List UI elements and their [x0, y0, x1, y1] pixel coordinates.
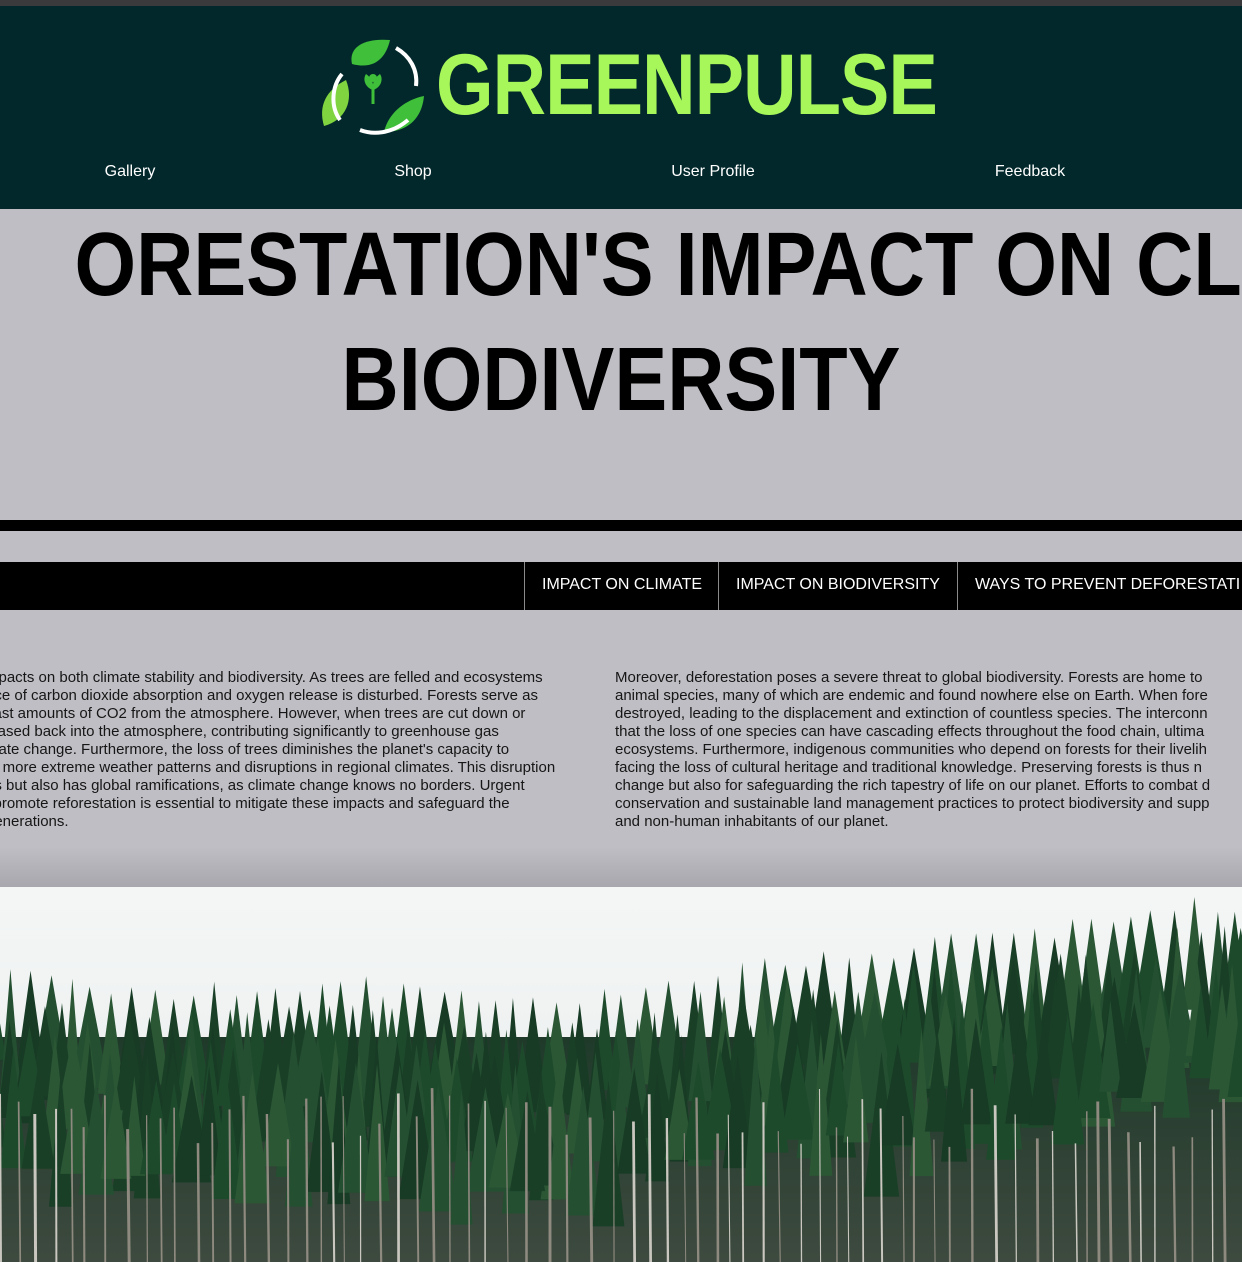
page-title-line-1: ORESTATION'S IMPACT ON CL — [74, 215, 1242, 315]
paragraph-line: conservation and sustainable land manage… — [615, 795, 1210, 812]
tree-trunk — [1222, 1098, 1227, 1262]
tree-trunk — [647, 1094, 653, 1262]
tree-trunk — [1211, 1109, 1214, 1262]
topic-tab-bar: IMPACT ON CLIMATE IMPACT ON BIODIVERSITY… — [0, 562, 1242, 610]
paragraph-line: leased back into the atmosphere, contrib… — [0, 723, 499, 740]
paragraph-line: nce of carbon dioxide absorption and oxy… — [0, 687, 538, 704]
nav-user-profile[interactable]: User Profile — [671, 163, 755, 181]
hero-banner: ORESTATION'S IMPACT ON CL BIODIVERSITY — [0, 209, 1242, 520]
brand-name: GREENPULSE — [436, 37, 938, 133]
recycle-leaves-logo-icon — [322, 39, 424, 135]
paragraph-line: generations. — [0, 813, 69, 830]
paragraph-line: l promote reforestation is essential to … — [0, 795, 510, 812]
tree-trunk — [970, 1088, 974, 1262]
tree-trunk — [159, 1118, 163, 1262]
forest-image — [0, 887, 1242, 1262]
tree-trunk — [196, 1143, 201, 1262]
article-content: mpacts on both climate stability and bio… — [0, 610, 1242, 887]
tree-trunk — [82, 1127, 86, 1262]
brand-logo[interactable]: GREENPULSE — [318, 34, 938, 138]
nav-gallery[interactable]: Gallery — [105, 163, 156, 181]
climate-paragraph: mpacts on both climate stability and bio… — [0, 669, 606, 831]
tree-trunk — [331, 1142, 336, 1262]
nav-shop[interactable]: Shop — [394, 163, 431, 181]
paragraph-line: vast amounts of CO2 from the atmosphere.… — [0, 705, 526, 722]
tree-trunk — [565, 1134, 569, 1262]
tree-trunk — [228, 1109, 232, 1262]
tree-trunk — [305, 1098, 309, 1262]
tab-impact-on-biodiversity[interactable]: IMPACT ON BIODIVERSITY — [718, 562, 957, 610]
section-divider — [0, 520, 1242, 531]
tree-trunk — [126, 1129, 131, 1262]
tree-trunk — [861, 1099, 865, 1262]
tree-trunk — [211, 1122, 215, 1262]
tree-trunk — [1051, 1130, 1055, 1262]
paragraph-line: animal species, many of which are endemi… — [615, 687, 1208, 704]
paragraph-line: and non-human inhabitants of our planet. — [615, 813, 889, 830]
tree-trunk — [33, 1113, 38, 1262]
tree-trunk — [835, 1127, 838, 1262]
paragraph-line: mate change. Furthermore, the loss of tr… — [0, 741, 510, 758]
nav-feedback[interactable]: Feedback — [995, 163, 1065, 181]
tree-trunk — [993, 1105, 999, 1262]
tree-trunk — [665, 1118, 670, 1262]
paragraph-line: facing the loss of cultural heritage and… — [615, 759, 1202, 776]
tab-impact-on-climate[interactable]: IMPACT ON CLIMATE — [524, 562, 719, 610]
paragraph-line: es but also has global ramifications, as… — [0, 777, 525, 794]
tab-ways-to-prevent-deforestation[interactable]: WAYS TO PREVENT DEFORESTATI — [957, 562, 1242, 610]
tree-trunk — [286, 1139, 290, 1262]
paragraph-line: ecosystems. Furthermore, indigenous comm… — [615, 741, 1207, 758]
paragraph-line: mpacts on both climate stability and bio… — [0, 669, 543, 686]
paragraph-line: destroyed, leading to the displacement a… — [615, 705, 1208, 722]
tree-trunk — [1139, 1141, 1142, 1262]
paragraph-line: change but also for safeguarding the ric… — [615, 777, 1211, 794]
tree-trunk — [0, 1093, 2, 1262]
biodiversity-paragraph: Moreover, deforestation poses a severe t… — [615, 669, 1235, 831]
paragraph-line: Moreover, deforestation poses a severe t… — [615, 669, 1203, 686]
forest-photo — [0, 887, 1242, 1262]
paragraph-line: to more extreme weather patterns and dis… — [0, 759, 556, 776]
tree-trunk — [632, 1121, 637, 1262]
tree-trunk — [1096, 1101, 1101, 1262]
tree-trunk — [741, 1132, 745, 1262]
site-header: GREENPULSE Gallery Shop User Profile Fee… — [0, 6, 1242, 209]
paragraph-line: that the loss of one species can have ca… — [615, 723, 1205, 740]
page-title-line-2: BIODIVERSITY — [341, 330, 901, 430]
tree-trunk — [467, 1103, 471, 1262]
tree-trunk — [1107, 1118, 1113, 1262]
tree-trunk — [1035, 1138, 1040, 1262]
tree-trunk — [588, 1117, 594, 1262]
tree-trunk — [173, 1107, 176, 1262]
tree-trunk — [146, 1115, 148, 1262]
